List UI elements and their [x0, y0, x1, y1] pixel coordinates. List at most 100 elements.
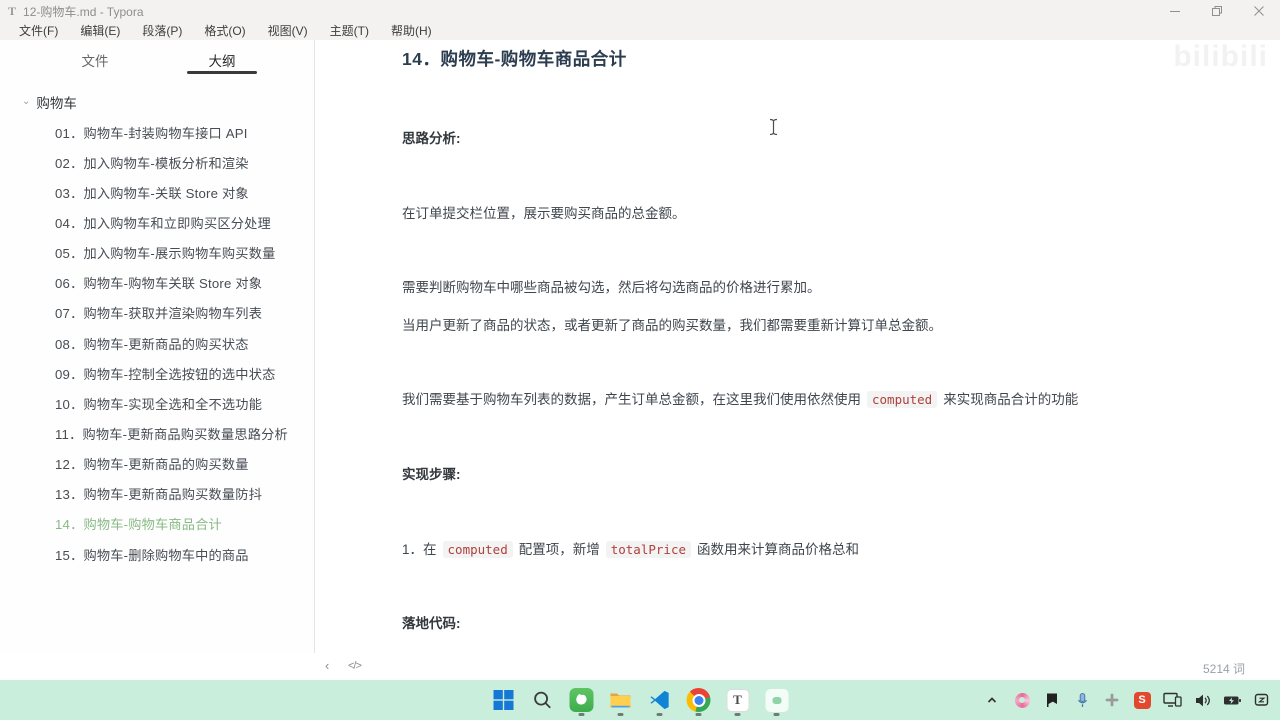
outline-item[interactable]: 11．购物车-更新商品购买数量思路分析 — [0, 418, 315, 448]
search-button[interactable] — [530, 682, 556, 718]
sidebar-toggle-icon[interactable]: ‹ — [325, 658, 329, 673]
source-mode-icon[interactable]: </> — [348, 660, 362, 672]
outline-root-item[interactable]: ⌄ 购物车 — [22, 92, 77, 112]
outline-item[interactable]: 14．购物车-购物车商品合计 — [0, 509, 315, 539]
list-item-text: 配置项，新增 — [518, 542, 600, 557]
close-icon — [1254, 6, 1264, 16]
restore-button[interactable] — [1196, 0, 1238, 22]
paragraph-text: 我们需要基于购物车列表的数据，产生订单总金额，在这里我们使用依然使用 — [402, 392, 861, 407]
tray-sogou-button[interactable]: S — [1132, 689, 1152, 711]
green-pet-app-icon — [569, 688, 594, 712]
outline-list: 01．购物车-封装购物车接口 API 02．加入购物车-模板分析和渲染 03．加… — [0, 117, 315, 569]
outline-item-label: 03．加入购物车-关联 Store 对象 — [55, 185, 249, 201]
tray-microphone-button[interactable] — [1072, 689, 1092, 711]
tray-battery-button[interactable] — [1222, 689, 1242, 711]
menu-item[interactable]: 帮助(H) — [380, 22, 443, 40]
list-item-text: 函数用来计算商品价格总和 — [697, 542, 859, 557]
outline-item[interactable]: 01．购物车-封装购物车接口 API — [0, 117, 315, 147]
tray-flag-button[interactable] — [1042, 689, 1062, 711]
menu-item[interactable]: 文件(F) — [8, 22, 69, 40]
paragraph: 我们需要基于购物车列表的数据，产生订单总金额，在这里我们使用依然使用 comput… — [402, 388, 1078, 408]
microphone-icon — [1077, 692, 1087, 707]
outline-item-label: 02．加入购物车-模板分析和渲染 — [55, 155, 249, 171]
chrome-button[interactable] — [686, 682, 712, 718]
running-indicator — [656, 713, 663, 716]
unknown-app-icon — [765, 688, 788, 712]
paragraph: 需要判断购物车中哪些商品被勾选，然后将勾选商品的价格进行累加。 — [402, 280, 821, 295]
tray-connected-devices-button[interactable] — [1162, 689, 1182, 711]
editor-pane[interactable]: bilibili 14．购物车-购物车商品合计 思路分析: 在订单提交栏位置，展… — [316, 40, 1280, 653]
active-tab-underline — [187, 71, 257, 74]
paragraph: 当用户更新了商品的状态，或者更新了商品的购买数量，我们都需要重新计算订单总金额。 — [402, 318, 942, 333]
paragraph: 在订单提交栏位置，展示要购买商品的总金额。 — [402, 206, 686, 221]
sidebar-tabs: 文件 大纲 — [0, 40, 314, 78]
notification-icon — [1254, 693, 1269, 706]
chevron-down-icon[interactable]: ⌄ — [22, 96, 30, 107]
chrome-icon — [686, 688, 711, 712]
unknown-app-button[interactable] — [764, 682, 790, 718]
tray-notification-button[interactable] — [1252, 689, 1272, 711]
menu-item[interactable]: 视图(V) — [257, 22, 319, 40]
outline-item-label: 08．购物车-更新商品的购买状态 — [55, 336, 249, 352]
outline-item[interactable]: 15．购物车-删除购物车中的商品 — [0, 539, 315, 569]
outline-item-label: 01．购物车-封装购物车接口 API — [55, 125, 248, 141]
outline-item-label: 05．加入购物车-展示购物车购买数量 — [55, 246, 276, 262]
flag-icon — [1047, 693, 1057, 707]
tray-pink-swirl-button[interactable] — [1012, 689, 1032, 711]
outline-item[interactable]: 07．购物车-获取并渲染购物车列表 — [0, 298, 315, 328]
menu-item[interactable]: 段落(P) — [131, 22, 193, 40]
tab-files[interactable]: 文件 — [60, 50, 130, 70]
inline-code: computed — [442, 541, 513, 558]
sogou-input-icon: S — [1133, 691, 1151, 709]
outline-item[interactable]: 13．购物车-更新商品购买数量防抖 — [0, 479, 315, 509]
menu-bar: 文件(F) 编辑(E) 段落(P) 格式(O) 视图(V) 主题(T) 帮助(H) — [0, 22, 1280, 40]
start-button[interactable] — [491, 682, 517, 718]
vscode-button[interactable] — [647, 682, 673, 718]
battery-icon — [1223, 696, 1241, 704]
status-bar: ‹ </> 5214 词 — [0, 653, 1280, 680]
cross-icon — [1105, 693, 1119, 707]
menu-item[interactable]: 格式(O) — [193, 22, 256, 40]
running-indicator — [617, 713, 624, 716]
minimize-button[interactable] — [1154, 0, 1196, 22]
doc-heading: 14．购物车-购物车商品合计 — [402, 49, 627, 69]
outline-item[interactable]: 05．加入购物车-展示购物车购买数量 — [0, 238, 315, 268]
minimize-icon — [1170, 11, 1180, 12]
tray-volume-button[interactable] — [1192, 689, 1212, 711]
taskbar: T S — [0, 680, 1280, 720]
outline-item-label: 09．购物车-控制全选按钮的选中状态 — [55, 366, 276, 382]
outline-item[interactable]: 09．购物车-控制全选按钮的选中状态 — [0, 358, 315, 388]
outline-item-label: 10．购物车-实现全选和全不选功能 — [55, 396, 263, 412]
file-explorer-button[interactable] — [608, 682, 634, 718]
menu-item[interactable]: 主题(T) — [319, 22, 380, 40]
outline-item[interactable]: 12．购物车-更新商品的购买数量 — [0, 449, 315, 479]
tab-outline[interactable]: 大纲 — [187, 50, 257, 70]
menu-item[interactable]: 编辑(E) — [69, 22, 131, 40]
bilibili-watermark: bilibili — [1173, 40, 1268, 73]
system-tray: S — [982, 680, 1272, 720]
outline-item[interactable]: 04．加入购物车和立即购买区分处理 — [0, 207, 315, 237]
close-button[interactable] — [1238, 0, 1280, 22]
steps-label: 实现步骤: — [402, 467, 461, 482]
outline-item[interactable]: 06．购物车-购物车关联 Store 对象 — [0, 268, 315, 298]
pink-swirl-icon — [1014, 692, 1030, 708]
tray-chevron-up-button[interactable] — [982, 689, 1002, 711]
outline-item-label: 06．购物车-购物车关联 Store 对象 — [55, 276, 263, 292]
list-item-text: 1．在 — [402, 542, 437, 557]
title-bar: T 12-购物车.md - Typora — [0, 0, 1280, 22]
inline-code: computed — [867, 391, 938, 408]
running-indicator — [695, 713, 702, 716]
typora-button[interactable]: T — [725, 682, 751, 718]
chevron-up-icon — [987, 697, 997, 703]
sidebar: 文件 大纲 ⌄ 购物车 01．购物车-封装购物车接口 API 02．加入购物车-… — [0, 40, 315, 653]
running-indicator — [734, 713, 741, 716]
outline-item[interactable]: 08．购物车-更新商品的购买状态 — [0, 328, 315, 358]
windows-logo-icon — [493, 690, 514, 710]
outline-item[interactable]: 02．加入购物车-模板分析和渲染 — [0, 147, 315, 177]
word-count[interactable]: 5214 词 — [1203, 660, 1245, 677]
outline-item-label: 12．购物车-更新商品的购买数量 — [55, 457, 249, 473]
tray-cross-button[interactable] — [1102, 689, 1122, 711]
outline-item[interactable]: 10．购物车-实现全选和全不选功能 — [0, 388, 315, 418]
green-pet-app-button[interactable] — [569, 682, 595, 718]
outline-item[interactable]: 03．加入购物车-关联 Store 对象 — [0, 177, 315, 207]
